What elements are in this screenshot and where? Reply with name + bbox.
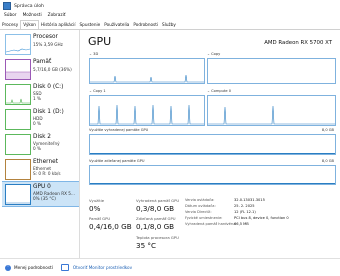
dedicated-mem-value: 0,3/8,0 GB (136, 204, 175, 213)
temperature-label: Teplota procesora GPU (136, 235, 179, 240)
menu-options[interactable]: Možnosti (23, 13, 42, 18)
shared-mem-graph-max: 8,0 GB (321, 159, 334, 163)
shared-mem-graph-label: Využitie zdieľanej pamäte GPU (89, 159, 145, 163)
menu-file[interactable]: Súbor (4, 13, 17, 18)
shared-mem-label: Zdieľaná pamäť GPU (136, 216, 176, 221)
gpu-detail-panel: GPU AMD Radeon RX 5700 XT ⌄ 3D ⌄ Copy ⌄ … (83, 30, 340, 258)
resource-sidebar: Procesor 15% 3,59 GHz Pamäť 5,7/16,0 GB … (2, 30, 80, 258)
sidebar-label: Disk 0 (C:) (33, 84, 64, 90)
page-title: GPU (88, 35, 112, 48)
usage-label: Využitie (89, 198, 105, 203)
info-value: 66,5 MB (234, 222, 249, 226)
resource-monitor-icon[interactable] (60, 264, 69, 271)
engine-label-copy1: Copy 1 (93, 89, 106, 93)
sidebar-sub: 0 % (33, 121, 41, 126)
temperature-value: 35 °C (136, 241, 157, 250)
info-label: Vyhradená pamäť hardvéru: (185, 222, 236, 226)
tab-details[interactable]: Podrobnosti (131, 21, 160, 29)
engine-graph-copy1 (89, 95, 205, 126)
sidebar-sub: 0% (35 °C) (33, 196, 56, 201)
gpu-thumbnail-graph (5, 184, 31, 205)
info-value: PCI bus 8, device 0, function 0 (234, 216, 289, 220)
shared-memory-graph (89, 165, 336, 185)
sidebar-sub: 1 % (33, 96, 41, 101)
engine-graph-3d (89, 58, 205, 84)
engine-graph-copy (207, 58, 336, 84)
ethernet-thumbnail-graph (5, 159, 31, 180)
sidebar-label: Pamäť (33, 59, 52, 65)
sidebar-sub: 15% 3,59 GHz (33, 42, 63, 47)
menu-view[interactable]: Zobraziť (48, 13, 66, 18)
gpu-mem-value: 0,4/16,0 GB (89, 222, 132, 231)
tab-processes[interactable]: Procesy (0, 21, 20, 29)
open-resource-monitor-link[interactable]: Otvoriť Monitor prostriedkov (73, 265, 132, 270)
menu-bar: Súbor Možnosti Zobraziť (0, 11, 340, 19)
sidebar-item-memory[interactable]: Pamäť 5,7/16,0 GB (36%) (2, 57, 79, 81)
info-value: 25. 2. 2025 (234, 204, 255, 208)
tab-users[interactable]: Používatelia (102, 21, 131, 29)
gpu-stats: Využitie 0% Vyhradená pamäť GPU 0,3/8,0 … (89, 195, 334, 260)
sidebar-item-disk0[interactable]: Disk 0 (C:) SSD 1 % (2, 82, 79, 106)
window-title: Správca úloh (14, 3, 44, 9)
tab-strip: Procesy Výkon História aplikácií Spusten… (0, 19, 340, 30)
engine-graph-compute0 (207, 95, 336, 126)
sidebar-sub: 0 % (33, 146, 41, 151)
sidebar-item-cpu[interactable]: Procesor 15% 3,59 GHz (2, 32, 79, 56)
dedicated-mem-graph-label: Využitie vyhradenej pamäte GPU (89, 128, 149, 132)
dedicated-mem-label: Vyhradená pamäť GPU (136, 198, 180, 203)
dedicated-mem-graph-max: 8,0 GB (321, 128, 334, 132)
chevron-up-icon[interactable]: ˄ (5, 264, 11, 271)
info-label: Verzia ovládača: (185, 198, 215, 202)
dedicated-memory-graph (89, 134, 336, 155)
gpu-model-name: AMD Radeon RX 5700 XT (264, 40, 332, 46)
cpu-thumbnail-graph (5, 34, 31, 55)
task-manager-icon (3, 2, 11, 10)
engine-label-3d: 3D (93, 52, 99, 56)
chevron-down-icon[interactable]: ⌄ (207, 89, 210, 93)
tab-startup[interactable]: Spustenie (78, 21, 103, 29)
disk2-thumbnail-graph (5, 134, 31, 155)
sidebar-sub: 5,7/16,0 GB (36%) (33, 67, 72, 72)
sidebar-label: Ethernet (33, 159, 58, 165)
footer-bar: ˄ Menej podrobností Otvoriť Monitor pros… (0, 258, 340, 276)
chevron-down-icon[interactable]: ⌄ (89, 52, 92, 56)
engine-label-compute0: Compute 0 (211, 89, 231, 93)
sidebar-label: GPU 0 (33, 184, 51, 190)
usage-value: 0% (89, 204, 101, 213)
info-value: 12 (FL 12.1) (234, 210, 256, 214)
disk0-thumbnail-graph (5, 84, 31, 105)
sidebar-item-gpu0[interactable]: GPU 0 AMD Radeon RX 5... 0% (35 °C) (2, 181, 79, 207)
memory-thumbnail-graph (5, 59, 31, 80)
info-label: Dátum ovládača: (185, 204, 216, 208)
tab-performance[interactable]: Výkon (20, 20, 39, 29)
sidebar-item-disk1[interactable]: Disk 1 (D:) HDD 0 % (2, 107, 79, 131)
fewer-details-button[interactable]: Menej podrobností (14, 265, 53, 270)
tab-app-history[interactable]: História aplikácií (39, 21, 78, 29)
chevron-down-icon[interactable]: ⌄ (207, 52, 210, 56)
disk1-thumbnail-graph (5, 109, 31, 130)
gpu-mem-label: Pamäť GPU (89, 216, 111, 221)
sidebar-label: Procesor (33, 34, 58, 40)
info-label: Fyzické umiestnenie: (185, 216, 223, 220)
info-label: Verzia DirectX: (185, 210, 212, 214)
sidebar-sub: S: 0 R: 0 kb/s (33, 171, 61, 176)
engine-label-copy: Copy (211, 52, 221, 56)
sidebar-label: Disk 2 (33, 134, 51, 140)
chevron-down-icon[interactable]: ⌄ (89, 89, 92, 93)
shared-mem-value: 0,1/8,0 GB (136, 222, 175, 231)
sidebar-item-disk2[interactable]: Disk 2 Vymeniteľný 0 % (2, 132, 79, 156)
sidebar-label: Disk 1 (D:) (33, 109, 64, 115)
info-value: 32.0.13031.3015 (234, 198, 265, 202)
tab-services[interactable]: Služby (160, 21, 178, 29)
sidebar-item-ethernet[interactable]: Ethernet Ethernet S: 0 R: 0 kb/s (2, 157, 79, 181)
